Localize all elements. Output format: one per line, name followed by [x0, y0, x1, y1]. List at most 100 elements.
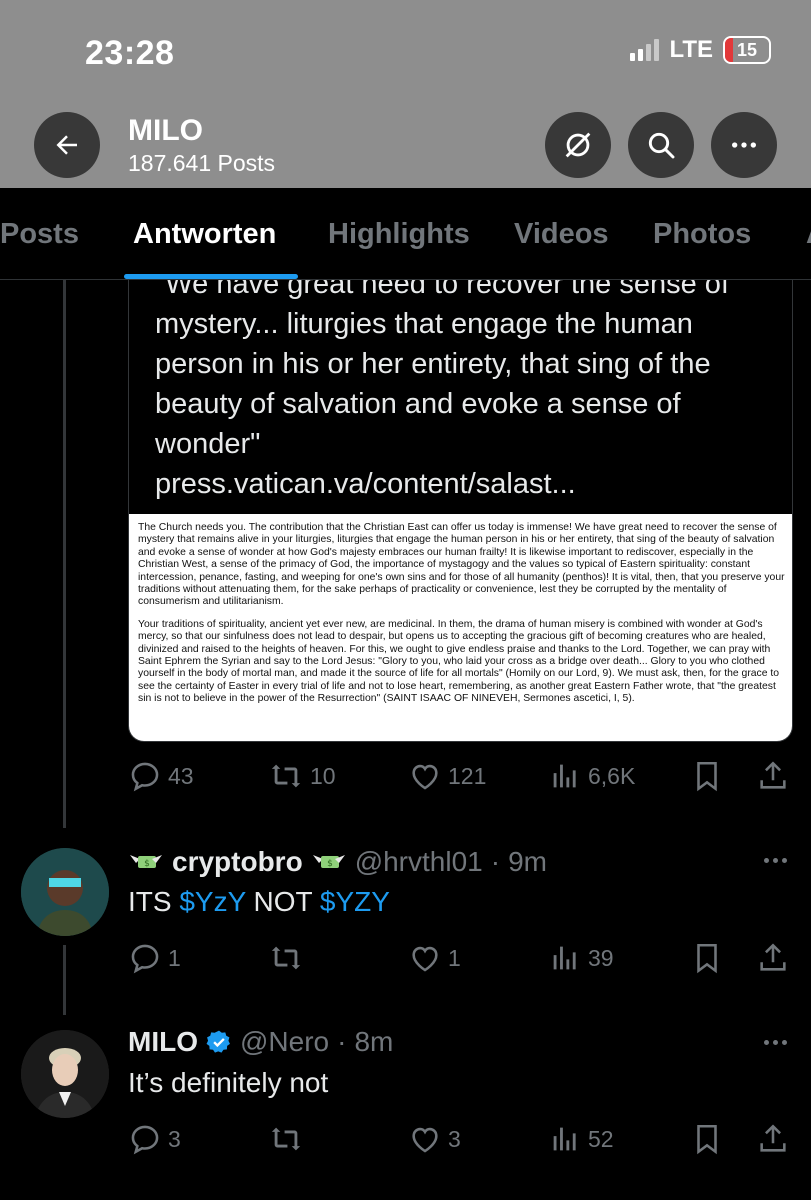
avatar-image	[21, 848, 109, 936]
author-name[interactable]: cryptobro	[172, 846, 303, 878]
bookmark-button[interactable]	[690, 941, 724, 975]
like-button[interactable]: 3	[408, 1122, 461, 1156]
back-button[interactable]	[34, 112, 100, 178]
reply-count: 1	[168, 944, 181, 971]
separator-dot: ·	[337, 1026, 347, 1057]
views-icon	[553, 1127, 576, 1151]
share-icon	[760, 943, 786, 971]
tab-replies[interactable]: Antworten	[133, 218, 276, 251]
reply-text: ITS $YzY NOT $YZY	[128, 886, 390, 918]
share-button[interactable]	[756, 1122, 790, 1156]
tab-posts[interactable]: Posts	[0, 218, 79, 251]
cashtag-link[interactable]: $YZY	[320, 886, 390, 917]
views-icon	[553, 946, 576, 970]
reply-text-part: NOT	[245, 886, 320, 917]
verified-badge-icon	[206, 1030, 230, 1053]
search-button[interactable]	[628, 112, 694, 178]
repost-button[interactable]: 10	[268, 759, 336, 793]
repost-icon	[271, 946, 301, 970]
bookmark-icon	[697, 1124, 717, 1155]
share-button[interactable]	[756, 941, 790, 975]
battery-icon: 15	[723, 36, 771, 64]
quote-body: "We have great need to recover the sense…	[155, 280, 729, 460]
repost-button[interactable]	[268, 941, 304, 975]
thread-line	[63, 945, 66, 1015]
arrow-left-icon	[56, 135, 77, 155]
repost-icon	[271, 764, 301, 788]
money-wings-icon: $	[312, 855, 345, 869]
search-icon	[648, 132, 675, 159]
bookmark-button[interactable]	[690, 1122, 724, 1156]
reply-icon	[131, 944, 159, 974]
quoted-post-text: "We have great need to recover the sense…	[155, 280, 765, 504]
like-count: 121	[448, 762, 487, 789]
doc-paragraph-2: Your traditions of spirituality, ancient…	[138, 618, 780, 705]
views-count: 39	[588, 944, 614, 971]
repost-icon	[271, 1127, 301, 1151]
share-icon	[760, 761, 786, 789]
post-actions: 1 1 39	[128, 941, 788, 975]
reply-button[interactable]: 1	[128, 941, 181, 975]
views-icon	[553, 764, 576, 788]
post-time: 9m	[508, 846, 547, 877]
like-count: 3	[448, 1125, 461, 1152]
author-handle[interactable]: @Nero	[240, 1026, 329, 1058]
reply-button[interactable]: 43	[128, 759, 194, 793]
quoted-post-card[interactable]: "We have great need to recover the sense…	[128, 280, 793, 742]
more-options-button[interactable]	[711, 112, 777, 178]
share-button[interactable]	[756, 759, 790, 793]
tab-overflow[interactable]: A	[806, 218, 811, 251]
repost-button[interactable]	[268, 1122, 304, 1156]
views-button[interactable]: 6,6K	[548, 759, 635, 793]
heart-icon	[412, 764, 438, 790]
like-button[interactable]: 1	[408, 941, 461, 975]
author-handle[interactable]: @hrvthl01	[355, 846, 483, 878]
money-wings-icon: $	[130, 855, 162, 869]
grok-icon	[565, 132, 591, 158]
avatar[interactable]	[21, 1030, 109, 1118]
bookmark-button[interactable]	[690, 759, 724, 793]
like-count: 1	[448, 944, 461, 971]
svg-text:$: $	[144, 859, 150, 869]
bookmark-icon	[697, 761, 717, 792]
separator-dot: ·	[490, 846, 501, 877]
post-actions: 3 3 52	[128, 1122, 788, 1156]
profile-name: MILO	[128, 114, 203, 147]
status-indicators: LTE 15	[630, 36, 771, 64]
more-dots-icon	[732, 142, 756, 148]
profile-tabs: Posts Antworten Highlights Videos Photos…	[0, 188, 811, 280]
like-button[interactable]: 121	[408, 759, 486, 793]
reply-text: It’s definitely not	[128, 1067, 329, 1098]
signal-icon	[630, 39, 660, 61]
reply-header: $ cryptobro $ @hrvthl01 · 9m	[128, 846, 547, 878]
reply-header: MILO @Nero · 8m	[128, 1026, 393, 1058]
author-name[interactable]: MILO	[128, 1026, 198, 1058]
post-count: 187.641 Posts	[128, 150, 276, 176]
avatar[interactable]	[21, 848, 109, 936]
post-time: 8m	[354, 1026, 394, 1057]
views-count: 52	[588, 1125, 614, 1152]
tab-photos[interactable]: Photos	[653, 218, 751, 251]
views-count: 6,6K	[588, 762, 636, 789]
repost-count: 10	[310, 762, 336, 789]
battery-level: 15	[736, 39, 758, 60]
network-label: LTE	[669, 36, 713, 63]
views-button[interactable]: 52	[548, 1122, 614, 1156]
doc-paragraph-1: The Church needs you. The contribution t…	[138, 522, 785, 608]
thread-line	[63, 280, 66, 828]
post-more-button[interactable]	[764, 1040, 787, 1045]
reply-text-part: ITS	[128, 886, 180, 917]
tab-highlights[interactable]: Highlights	[328, 218, 470, 251]
reply-icon	[131, 762, 159, 792]
post-more-button[interactable]	[764, 858, 787, 863]
avatar-image	[21, 1030, 109, 1118]
svg-text:$: $	[327, 859, 333, 869]
document-image[interactable]: The Church needs you. The contribution t…	[129, 514, 792, 741]
views-button[interactable]: 39	[548, 941, 614, 975]
grok-button[interactable]	[545, 112, 611, 178]
tab-videos[interactable]: Videos	[514, 218, 609, 251]
reply-button[interactable]: 3	[128, 1122, 181, 1156]
quote-link[interactable]: press.vatican.va/content/salast...	[155, 464, 765, 504]
cashtag-link[interactable]: $YzY	[179, 886, 245, 917]
active-tab-indicator	[124, 274, 298, 279]
